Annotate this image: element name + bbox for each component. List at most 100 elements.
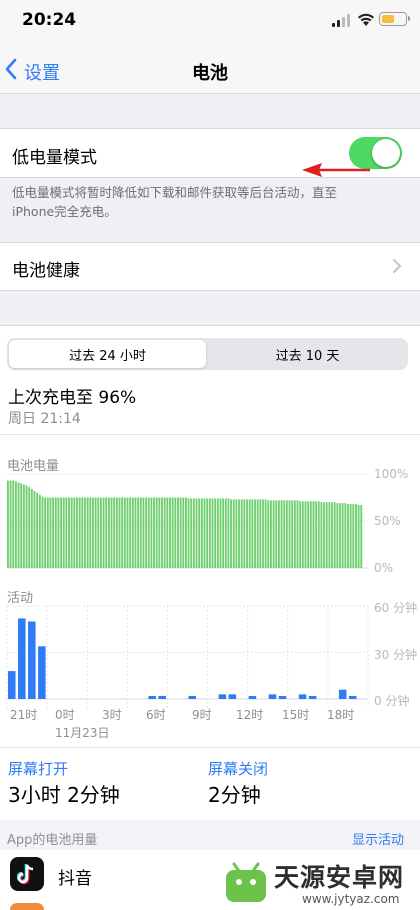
- app-icon-partial: [10, 903, 44, 910]
- battery-level-bar: [296, 500, 299, 568]
- battery-health-label[interactable]: 电池健康: [12, 256, 80, 281]
- x-tick-9h: 9时: [192, 708, 212, 722]
- watermark-title: 天源安卓网: [274, 863, 405, 892]
- activity-tick-0: 0 分钟: [374, 694, 410, 708]
- battery-level-bar: [30, 489, 33, 568]
- watermark-logo: [226, 862, 266, 902]
- battery-level-bar: [129, 497, 132, 568]
- battery-level-bar: [105, 497, 108, 568]
- battery-level-bar: [158, 497, 161, 568]
- battery-level-bar: [288, 500, 291, 568]
- battery-level-bar: [320, 502, 323, 568]
- battery-level-bar: [267, 500, 270, 568]
- level-tick-100: 100%: [374, 467, 409, 481]
- activity-bar: [298, 694, 307, 699]
- x-tick-18h: 18时: [327, 708, 355, 722]
- activity-bar: [278, 696, 287, 699]
- battery-level-bar: [121, 497, 124, 568]
- battery-level-bar: [166, 497, 169, 568]
- battery-level-bar: [344, 503, 347, 568]
- battery-level-bar: [230, 499, 233, 568]
- battery-level-bar: [214, 498, 217, 568]
- battery-level-bar: [235, 499, 238, 568]
- toggle-knob: [372, 139, 400, 167]
- battery-level-bar: [185, 497, 187, 568]
- activity-bar: [248, 696, 257, 699]
- status-time: 20:24: [22, 10, 77, 30]
- description-line-1: 低电量模式将暂时降低如下载和邮件获取等后台活动，直至: [12, 185, 338, 200]
- activity-bar: [308, 696, 317, 699]
- battery-level-bar: [81, 497, 84, 568]
- battery-level-bar: [145, 497, 148, 568]
- battery-level-bar: [7, 480, 9, 568]
- battery-level-bar: [238, 499, 240, 568]
- watermark-url: www.jytyaz.com: [302, 892, 400, 906]
- battery-level-bar: [99, 497, 102, 568]
- screen-off-label: 屏幕关闭: [208, 760, 269, 778]
- battery-level-bar: [360, 505, 363, 568]
- last-charge-time: 周日 21:14: [8, 411, 81, 427]
- battery-level-bar: [12, 480, 15, 568]
- page-title: 电池: [192, 63, 228, 84]
- low-power-label: 低电量模式: [12, 148, 97, 168]
- battery-level-bar: [232, 499, 235, 568]
- battery-level-bar: [147, 497, 150, 568]
- battery-level-bar: [28, 487, 31, 568]
- tab-10-days[interactable]: 过去 10 天: [209, 345, 406, 364]
- activity-bar: [158, 695, 166, 699]
- battery-level-bar: [315, 501, 318, 568]
- battery-level-bar: [62, 497, 65, 568]
- douyin-app-icon: [10, 857, 44, 891]
- low-power-description: 低电量模式将暂时降低如下载和邮件获取等后台活动，直至 iPhone完全充电。: [12, 183, 407, 221]
- battery-level-bar: [20, 483, 23, 568]
- level-tick-50: 50%: [374, 514, 401, 528]
- battery-level-bar: [73, 497, 76, 568]
- battery-level-bar: [325, 502, 328, 568]
- battery-level-bar: [285, 500, 288, 568]
- time-range-segmented-control: 过去 24 小时 过去 10 天: [7, 338, 408, 370]
- battery-level-bar: [17, 482, 20, 568]
- battery-level-bar: [240, 499, 243, 568]
- battery-level-bar: [317, 501, 320, 568]
- battery-level-bar: [264, 499, 267, 568]
- battery-level-bar: [211, 498, 214, 568]
- battery-level-bar: [293, 500, 296, 568]
- level-tick-0: 0%: [374, 561, 394, 575]
- screen-on-label: 屏幕打开: [8, 760, 69, 778]
- battery-level-bar: [65, 497, 68, 568]
- battery-level-bar: [118, 497, 121, 568]
- battery-level-bar: [283, 500, 286, 568]
- battery-level-bar: [262, 499, 264, 568]
- last-charge-title: 上次充电至 96%: [8, 388, 137, 408]
- x-tick-12h: 12时: [236, 708, 264, 722]
- battery-level-bar: [198, 498, 201, 568]
- battery-level-bar: [187, 498, 190, 568]
- activity-bar: [28, 621, 36, 699]
- battery-level-bar: [216, 498, 219, 568]
- battery-level-bar: [78, 497, 81, 568]
- battery-level-bar: [182, 497, 185, 568]
- battery-level-bar: [309, 501, 312, 568]
- battery-level-bar: [304, 501, 307, 568]
- battery-level-bar: [208, 498, 211, 568]
- battery-level-bar: [219, 498, 222, 568]
- battery-level-bar: [299, 501, 302, 568]
- battery-level-bar: [163, 497, 166, 568]
- battery-level-bar: [68, 497, 70, 568]
- battery-level-bar: [352, 504, 355, 568]
- battery-level-bar: [38, 494, 41, 568]
- battery-level-bar: [341, 503, 344, 568]
- battery-level-bar: [243, 499, 246, 568]
- battery-level-bar: [25, 485, 28, 568]
- activity-bar: [268, 694, 277, 699]
- battery-level-bar: [272, 500, 275, 568]
- battery-level-bar: [174, 497, 177, 568]
- battery-level-bar: [222, 498, 225, 568]
- activity-bar: [18, 618, 26, 699]
- activity-bar: [188, 696, 197, 699]
- show-activity-button[interactable]: 显示活动: [352, 829, 404, 848]
- battery-level-bar: [49, 497, 52, 568]
- date-label: 11月23日: [55, 726, 110, 740]
- tab-24-hours[interactable]: 过去 24 小时: [9, 345, 206, 364]
- battery-level-bar: [22, 484, 25, 568]
